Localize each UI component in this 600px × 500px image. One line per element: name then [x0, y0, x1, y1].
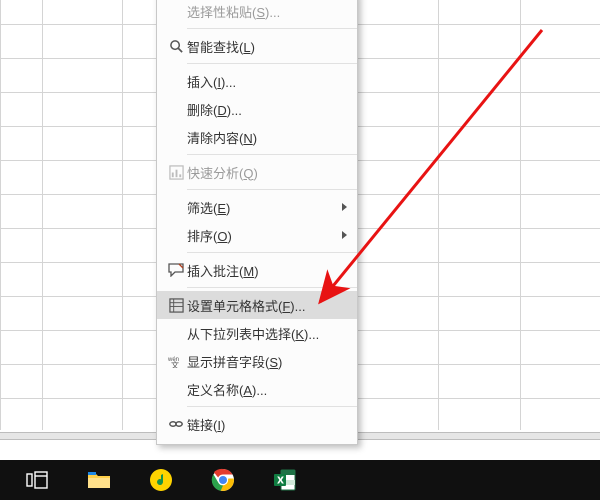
menu-separator	[187, 287, 357, 288]
menu-separator	[187, 252, 357, 253]
menu-item-label: 插入(I)...	[187, 72, 347, 91]
menu-separator	[187, 154, 357, 155]
menu-item-format-cells[interactable]: 设置单元格格式(F)...	[157, 291, 357, 319]
menu-item-label: 插入批注(M)	[187, 261, 347, 280]
menu-item-label: 链接(I)	[187, 415, 347, 434]
menu-item-label: 设置单元格格式(F)...	[187, 296, 347, 315]
menu-separator	[187, 63, 357, 64]
submenu-arrow-icon	[342, 231, 347, 239]
link-icon	[165, 417, 187, 431]
windows-taskbar[interactable]	[0, 460, 600, 500]
menu-item-smart-lookup[interactable]: 智能查找(L)	[157, 32, 357, 60]
menu-item-link[interactable]: 链接(I)	[157, 410, 357, 438]
comment-icon	[165, 263, 187, 277]
menu-item-insert[interactable]: 插入(I)...	[157, 67, 357, 95]
menu-item-show-pinyin[interactable]: wén文显示拼音字段(S)	[157, 347, 357, 375]
menu-item-label: 筛选(E)	[187, 198, 338, 217]
menu-item-sort[interactable]: 排序(O)	[157, 221, 357, 249]
menu-item-insert-comment[interactable]: 插入批注(M)	[157, 256, 357, 284]
task-view-icon[interactable]	[24, 467, 50, 493]
menu-item-label: 清除内容(N)	[187, 128, 347, 147]
menu-item-label: 选择性粘贴(S)...	[187, 2, 347, 21]
menu-item-quick-analysis: 快速分析(Q)	[157, 158, 357, 186]
cell-context-menu: 选择性粘贴(S)... 智能查找(L) 插入(I)... 删除(D)... 清除内容(N…	[156, 0, 358, 445]
menu-item-label: 从下拉列表中选择(K)...	[187, 324, 347, 343]
menu-item-label: 排序(O)	[187, 226, 338, 245]
file-explorer-icon[interactable]	[86, 467, 112, 493]
chrome-icon[interactable]	[210, 467, 236, 493]
format-icon	[165, 298, 187, 313]
menu-item-label: 显示拼音字段(S)	[187, 352, 347, 371]
menu-item-define-name[interactable]: 定义名称(A)...	[157, 375, 357, 403]
menu-item-label: 删除(D)...	[187, 100, 347, 119]
excel-icon[interactable]	[272, 467, 298, 493]
search-icon	[165, 39, 187, 54]
svg-text:文: 文	[171, 360, 179, 368]
pinyin-icon: wén文	[165, 354, 187, 368]
music-app-icon[interactable]	[148, 467, 174, 493]
menu-separator	[187, 28, 357, 29]
menu-item-filter[interactable]: 筛选(E)	[157, 193, 357, 221]
menu-separator	[187, 406, 357, 407]
menu-separator	[187, 189, 357, 190]
menu-item-paste-special: 选择性粘贴(S)...	[157, 0, 357, 25]
menu-item-delete[interactable]: 删除(D)...	[157, 95, 357, 123]
quick-icon	[165, 165, 187, 180]
menu-item-pick-from-list[interactable]: 从下拉列表中选择(K)...	[157, 319, 357, 347]
menu-item-label: 定义名称(A)...	[187, 380, 347, 399]
submenu-arrow-icon	[342, 203, 347, 211]
menu-item-label: 智能查找(L)	[187, 37, 347, 56]
menu-item-clear-contents[interactable]: 清除内容(N)	[157, 123, 357, 151]
menu-item-label: 快速分析(Q)	[187, 163, 347, 182]
